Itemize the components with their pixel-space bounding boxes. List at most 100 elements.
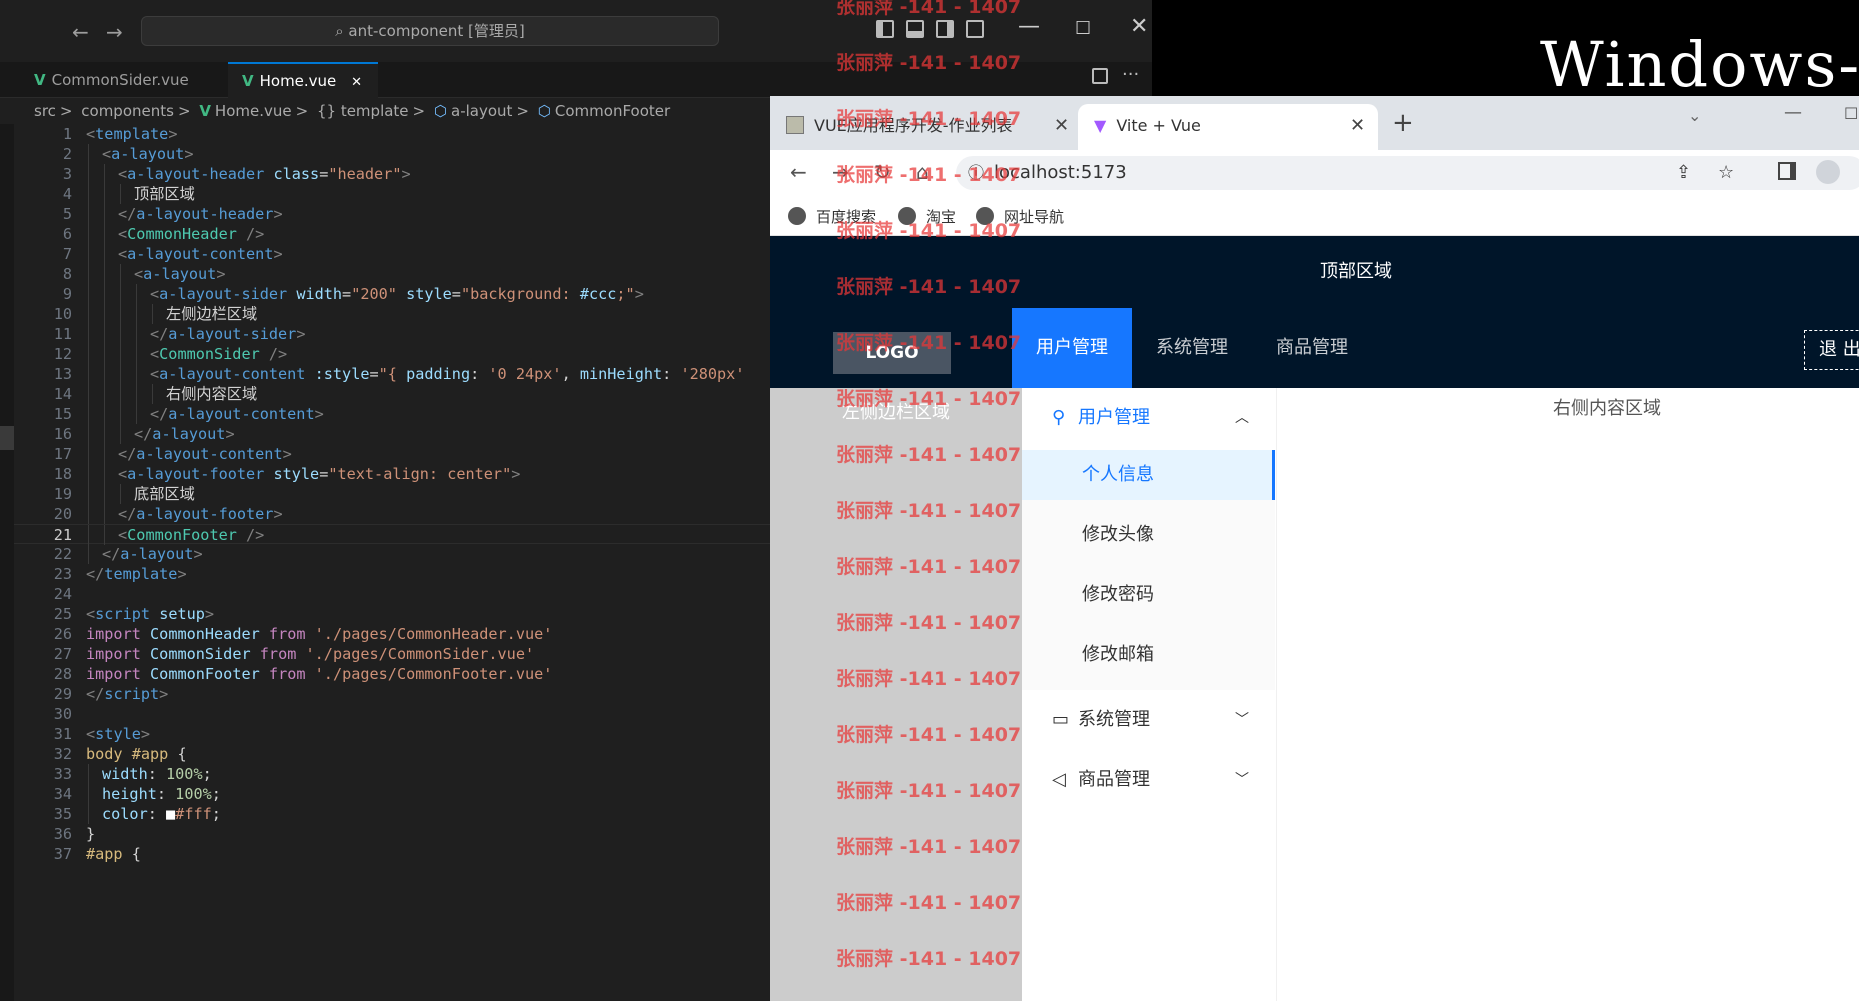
code-text: <a-layout-content :style="{ padding: '0 … [150,365,745,383]
browser-maximize-icon[interactable]: ☐ [1844,104,1858,123]
tab-commonsider[interactable]: V CommonSider.vue [20,62,203,98]
close-tab-icon[interactable]: ✕ [1054,104,1069,148]
maximize-icon[interactable]: ☐ [1075,18,1091,39]
code-text: <a-layout-content> [118,245,283,263]
indent-guide [120,284,121,304]
line-number: 24 [53,585,72,603]
share-icon[interactable]: ⇪ [1676,156,1691,190]
bookmark-baidu[interactable]: 百度搜索 [788,206,876,227]
bookmark-nav[interactable]: 网址导航 [976,206,1064,227]
nav-item-user-mgmt[interactable]: 用户管理 [1012,308,1132,388]
forward-arrow-icon[interactable]: → [106,20,123,44]
nav-item-system-mgmt[interactable]: 系统管理 [1132,308,1252,388]
breadcrumb-item[interactable]: CommonFooter [555,102,670,120]
indent-guide [88,544,89,564]
forward-icon[interactable]: → [832,160,849,184]
site-info-icon[interactable]: ⓘ [968,156,984,190]
browser-tab-strip: VUE应用程序开发-作业列表 ✕ ▼ Vite + Vue ✕ + ⌄ — ☐ [770,96,1859,150]
indent-guide [104,304,105,324]
menu-item-password[interactable]: 修改密码 [1022,570,1275,620]
indent-guide [104,204,105,224]
breadcrumb-item[interactable]: src [34,102,56,120]
breadcrumb-item[interactable]: components [81,102,174,120]
indent-guide [136,364,137,384]
sider-menu: ⚲ 用户管理 ︿ 个人信息 修改头像 修改密码 修改邮箱 ▭ 系统管理 ﹀ ◁ 商品管… [1022,388,1275,1001]
menu-item-avatar[interactable]: 修改头像 [1022,510,1275,560]
menu-item-profile[interactable]: 个人信息 [1022,450,1275,500]
browser-tab-assignments[interactable]: VUE应用程序开发-作业列表 ✕ [770,104,1078,150]
code-text: 底部区域 [134,485,195,503]
code-text: </a-layout-header> [118,205,283,223]
toggle-primary-sidebar-icon[interactable] [876,20,894,38]
code-text: </a-layout> [102,545,203,563]
toggle-panel-icon[interactable] [906,20,924,38]
code-text: body #app { [86,745,187,763]
indent-guide [120,384,121,404]
code-text: </a-layout-content> [118,445,292,463]
line-number: 1 [62,125,72,143]
address-bar[interactable]: ⓘ localhost:5173 ⇪ ☆ [956,156,1859,190]
indent-guide [104,344,105,364]
submenu-label: 商品管理 [1078,769,1150,790]
indent-guide [88,144,89,164]
indent-guide [136,344,137,364]
command-center-search[interactable]: ⌕ ant-component [管理员] [141,16,719,46]
indent-guide [88,484,89,504]
customize-layout-icon[interactable] [966,20,984,38]
nav-item-product-mgmt[interactable]: 商品管理 [1252,308,1372,388]
bookmarks-bar: 百度搜索 淘宝 网址导航 [770,196,1859,236]
more-actions-icon[interactable]: ··· [1122,64,1139,85]
content-area: 右侧内容区域 [1276,388,1859,1001]
code-text: </script> [86,685,169,703]
indent-guide [104,364,105,384]
submenu-product-mgmt[interactable]: ◁ 商品管理 ﹀ [1022,750,1275,810]
user-icon: ⚲ [1052,407,1066,428]
minimize-icon[interactable]: — [1018,14,1040,39]
breadcrumb-item[interactable]: {} template [317,102,409,120]
bookmark-star-icon[interactable]: ☆ [1718,156,1734,190]
tab-home[interactable]: V Home.vue ✕ [228,62,378,98]
submenu-label: 用户管理 [1078,407,1150,428]
tab-search-chevron-icon[interactable]: ⌄ [1688,106,1701,125]
side-panel-icon[interactable] [1778,162,1796,180]
indent-guide [136,404,137,424]
logout-button[interactable]: 退 出 [1804,330,1859,370]
chevron-down-icon: ﹀ [1235,772,1249,788]
menu-item-email[interactable]: 修改邮箱 [1022,630,1275,680]
indent-guide [104,504,105,524]
close-tab-icon[interactable]: ✕ [351,75,362,90]
toggle-secondary-sidebar-icon[interactable] [936,20,954,38]
back-icon[interactable]: ← [790,160,807,184]
reload-icon[interactable]: ↻ [874,160,891,184]
code-text: 顶部区域 [134,185,195,203]
line-number: 20 [53,505,72,523]
close-tab-icon[interactable]: ✕ [1350,104,1365,148]
back-arrow-icon[interactable]: ← [72,20,89,44]
line-number: 8 [62,265,72,283]
new-tab-button[interactable]: + [1392,108,1414,138]
close-window-icon[interactable]: ✕ [1130,14,1148,39]
code-text: <CommonSider /> [150,345,288,363]
indent-guide [104,164,105,184]
submenu-system-mgmt[interactable]: ▭ 系统管理 ﹀ [1022,690,1275,750]
submenu-user-mgmt[interactable]: ⚲ 用户管理 ︿ [1022,388,1275,448]
line-number: 23 [53,565,72,583]
code-text: <a-layout-header class="header"> [118,165,411,183]
code-text: width: 100%; [102,765,212,783]
code-text: <template> [86,125,178,143]
home-icon[interactable]: ⌂ [916,160,929,184]
line-number: 12 [53,345,72,363]
code-text: import CommonFooter from './pages/Common… [86,665,553,683]
browser-minimize-icon[interactable]: — [1784,102,1802,123]
browser-tab-vite[interactable]: ▼ Vite + Vue ✕ [1078,104,1378,150]
line-number: 13 [53,365,72,383]
line-number: 10 [53,305,72,323]
split-editor-icon[interactable] [1092,68,1108,84]
breadcrumb-item[interactable]: a-layout [451,102,512,120]
breadcrumb-item[interactable]: Home.vue [215,102,292,120]
indent-guide [88,184,89,204]
bookmark-taobao[interactable]: 淘宝 [898,206,956,227]
indent-guide [104,284,105,304]
code-text: <a-layout> [102,145,194,163]
profile-avatar-icon[interactable] [1816,160,1840,184]
